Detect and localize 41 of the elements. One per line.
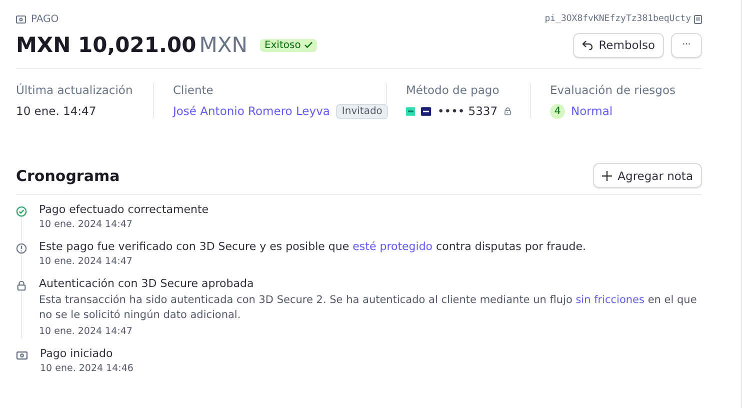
customer-link[interactable]: José Antonio Romero Leyva (173, 104, 330, 118)
refund-button[interactable]: Rembolso (572, 32, 664, 58)
copy-icon[interactable] (694, 14, 702, 24)
amount: MXN 10,021.00 (16, 33, 196, 57)
detail-label: Cliente (173, 83, 214, 97)
more-button[interactable]: ··· (671, 32, 702, 58)
payment-id: pi_3OX8fvKNEfzyTz381beqUcty (544, 14, 691, 24)
risk-link[interactable]: Normal (571, 104, 613, 118)
event-title: Autenticación con 3D Secure aprobada (39, 277, 255, 290)
event-title: Pago iniciado (40, 347, 114, 360)
info-icon (16, 243, 27, 254)
plus-icon (602, 170, 612, 180)
event-time: 10 ene. 2024 14:47 (39, 256, 134, 267)
card-brand-icon (421, 104, 432, 118)
undo-arrow-icon (582, 40, 593, 50)
event-time: 10 ene. 2024 14:47 (39, 326, 134, 337)
event-title: Pago efectuado correctamente (39, 203, 209, 216)
add-note-button[interactable]: Agregar nota (592, 163, 702, 188)
event-title: Este pago fue verificado con 3D Secure y es posible que esté protegido contra disputas por fraude. (39, 240, 586, 253)
inline-link[interactable]: sin fricciones (576, 294, 644, 306)
detail-label: Última actualización (16, 83, 134, 97)
detail-label: Evaluación de riesgos (550, 83, 676, 97)
payment-icon (16, 14, 26, 24)
banknote-icon (16, 350, 28, 361)
lock-icon (16, 280, 27, 291)
lock-icon (504, 105, 511, 117)
event-time: 10 ene. 2024 14:47 (39, 219, 134, 230)
check-circle-icon (16, 206, 27, 217)
risk-score: 4 (550, 104, 565, 118)
event-time: 10 ene. 2024 14:46 (40, 363, 134, 374)
section-title: Cronograma (16, 166, 120, 184)
detail-value: 10 ene. 14:47 (16, 103, 98, 119)
detail-label: Método de pago (406, 83, 500, 97)
guest-badge: Invitado (336, 104, 388, 118)
status-badge: Exitoso (260, 38, 317, 52)
currency: MXN (199, 33, 248, 57)
event-description: Esta transacción ha sido autenticada con 3D Secure 2. Se ha autenticado al cliente mediante un flujo sin fricciones en el que no se le solicitó ningún dato adicional. (39, 293, 698, 323)
section-label: PAGO (31, 14, 59, 24)
link-card-icon (406, 104, 416, 118)
inline-link[interactable]: esté protegido (352, 240, 433, 253)
card-number: •••• 5337 (438, 104, 498, 118)
